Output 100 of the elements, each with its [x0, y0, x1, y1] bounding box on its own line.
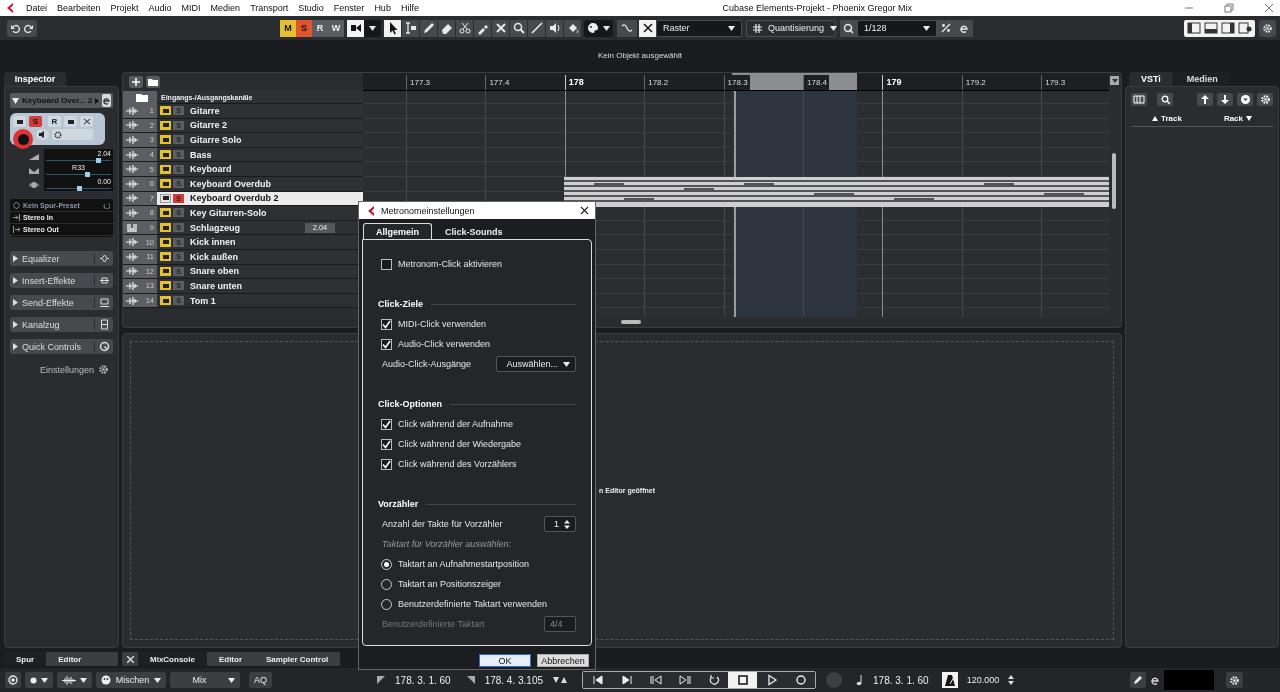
metronome-button[interactable]: [941, 672, 958, 688]
mute-button[interactable]: [160, 266, 171, 276]
play-button[interactable]: [757, 672, 786, 688]
scroll-menu-button[interactable]: [1110, 76, 1119, 85]
zone-tab[interactable]: Spur: [4, 652, 47, 666]
search-button[interactable]: [1157, 93, 1173, 106]
redo-icon[interactable]: [24, 23, 34, 33]
tool-button[interactable]: [420, 19, 437, 37]
tool-button[interactable]: [438, 19, 455, 37]
panel-tab[interactable]: Medien: [1174, 72, 1230, 86]
quantize-value-dropdown[interactable]: 1/128: [857, 19, 937, 37]
menu-item[interactable]: MIDI: [181, 3, 201, 13]
tempo-display[interactable]: 120.000: [961, 672, 1005, 688]
checkbox[interactable]: [381, 258, 392, 270]
checkbox[interactable]: [381, 438, 392, 450]
inspector-section[interactable]: Insert-Effekte: [10, 273, 113, 288]
cycle-button[interactable]: [699, 672, 728, 688]
mute-button[interactable]: [160, 208, 171, 218]
dropdown-button[interactable]: [364, 19, 381, 37]
scrollbar-thumb[interactable]: [1112, 153, 1116, 209]
dialog-button[interactable]: OK: [479, 654, 531, 667]
menu-item[interactable]: Medien: [210, 3, 241, 13]
constrain-button[interactable]: [5, 672, 21, 688]
mute-button[interactable]: [160, 237, 171, 247]
column-header[interactable]: Rack: [1223, 114, 1243, 123]
mute-button[interactable]: [160, 120, 171, 130]
menu-item[interactable]: Fenster: [333, 3, 365, 13]
menu-item[interactable]: Bearbeiten: [57, 3, 101, 13]
reload-icon[interactable]: [103, 202, 110, 209]
automation-button[interactable]: [80, 116, 93, 127]
quantize-button[interactable]: [840, 19, 857, 37]
edit-e-icon[interactable]: [1150, 675, 1161, 685]
mute-button[interactable]: [160, 296, 171, 305]
checkbox[interactable]: [381, 338, 392, 350]
left-zone-icon[interactable]: [1186, 22, 1202, 34]
dialog-button[interactable]: Abbrechen: [537, 654, 589, 667]
time-ruler[interactable]: 177.3 177.4 178 178.2 178.3 178.4 179 179.2 179.3: [363, 73, 1109, 91]
move-down-button[interactable]: [1217, 93, 1233, 106]
quantize-type-dropdown[interactable]: Quantisierung: [746, 19, 836, 37]
expand-arrow-icon[interactable]: [95, 97, 100, 104]
mute-button[interactable]: M: [280, 19, 296, 37]
write-button[interactable]: [64, 116, 77, 127]
menu-item[interactable]: Audio: [148, 3, 172, 13]
add-track-button[interactable]: [129, 76, 143, 88]
color-menu-button[interactable]: [584, 19, 613, 37]
mute-button[interactable]: [160, 281, 171, 291]
add-instrument-button[interactable]: [1131, 93, 1147, 106]
mute-button[interactable]: [160, 135, 171, 145]
mute-button[interactable]: [160, 223, 171, 233]
menu-item[interactable]: Studio: [298, 3, 324, 13]
tool-button[interactable]: [456, 19, 473, 37]
record-enable-button[interactable]: [13, 129, 33, 149]
locator-line[interactable]: [734, 91, 736, 317]
zone-tab[interactable]: MixConsole: [138, 652, 207, 666]
snap-mode-dropdown[interactable]: Raster: [656, 19, 742, 37]
menu-item[interactable]: Hub: [374, 3, 391, 13]
solo-button[interactable]: S: [29, 116, 42, 127]
fader-thumb[interactable]: [84, 172, 90, 177]
write-button[interactable]: W: [328, 19, 344, 37]
event-part-drawing[interactable]: [564, 177, 1109, 207]
right-locator-icon[interactable]: [465, 675, 476, 685]
mute-button[interactable]: [160, 150, 171, 160]
tool-button[interactable]: [402, 19, 419, 37]
tool-mode-button[interactable]: [347, 19, 364, 37]
grid-type-button[interactable]: [639, 19, 656, 37]
read-button[interactable]: R: [48, 116, 61, 127]
position-display[interactable]: 178. 3. 1. 60: [868, 672, 934, 688]
pen-button[interactable]: [1130, 672, 1147, 688]
tool-button[interactable]: [546, 19, 563, 37]
mix-mode-dropdown[interactable]: Mischen: [96, 672, 166, 688]
left-locator-icon[interactable]: [376, 675, 386, 685]
mute-button[interactable]: [160, 179, 171, 189]
undo-icon[interactable]: [10, 23, 20, 33]
scrollbar-thumb[interactable]: [621, 320, 641, 324]
settings-icon[interactable]: [98, 364, 109, 375]
record-button[interactable]: [786, 672, 815, 688]
lower-zone-icon[interactable]: [1203, 22, 1219, 34]
stop-button[interactable]: [728, 672, 757, 688]
auto-quantize-button[interactable]: AQ: [249, 672, 272, 688]
mute-button[interactable]: [160, 252, 171, 262]
fader-thumb[interactable]: [76, 186, 82, 191]
restore-icon[interactable]: [1224, 3, 1234, 13]
monitor-button[interactable]: [36, 129, 49, 140]
output-dropdown[interactable]: Auswählen...: [496, 356, 576, 372]
tool-button[interactable]: [492, 19, 509, 37]
record-mode-dropdown[interactable]: [25, 672, 53, 688]
panel-tab[interactable]: VSTi: [1129, 72, 1173, 86]
tool-button[interactable]: [528, 19, 545, 37]
tool-button[interactable]: [510, 19, 527, 37]
mute-button[interactable]: [160, 106, 171, 116]
start-button[interactable]: [583, 672, 612, 688]
solo-button[interactable]: S: [296, 19, 312, 37]
settings-label[interactable]: Einstellungen: [39, 364, 94, 375]
mix-target-dropdown[interactable]: Mix: [170, 672, 240, 688]
snap-button[interactable]: [617, 19, 637, 37]
dialog-tab[interactable]: Allgemein: [363, 223, 432, 239]
menu-item[interactable]: Datei: [26, 3, 47, 13]
column-header[interactable]: Track: [1161, 114, 1182, 123]
dialog-tab[interactable]: Click-Sounds: [432, 223, 516, 239]
folder-button[interactable]: [146, 76, 160, 88]
